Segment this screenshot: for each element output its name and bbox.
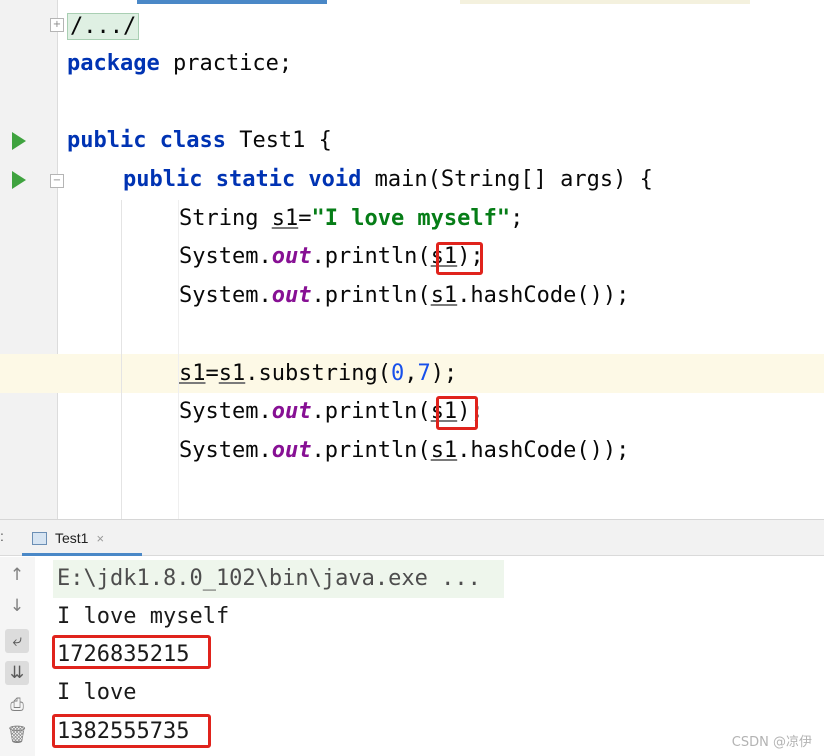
code-line-folded-imports: /.../ (67, 8, 140, 46)
code-line-println-hashcode: System.out.println(s1.hashCode()); (179, 283, 630, 308)
top-accent-bar (137, 0, 327, 4)
code-line-substring: s1=s1.substring(0,7); (179, 361, 458, 386)
run-arrow-icon[interactable] (12, 132, 26, 150)
code-line-string-decl: String s1="I love myself"; (179, 206, 524, 231)
arrow-up-icon[interactable]: ↑ (5, 563, 29, 587)
run-console: : Test1 × ↑ ↓ ⤶ ⇊ ⎙ 🗑 E:\jdk1.8.0_102\bi… (0, 519, 824, 756)
code-line-println-hashcode-after: System.out.println(s1.hashCode()); (179, 438, 630, 463)
trash-icon[interactable]: 🗑 (5, 723, 29, 747)
highlight-box-s1-after (436, 396, 478, 430)
output-line: I love (57, 680, 137, 705)
code-editor[interactable]: + − /.../ package practice; public class… (0, 0, 824, 519)
code-line-package: package practice; (67, 51, 293, 76)
tab-label: Test1 (55, 530, 89, 546)
highlight-box-hash-2 (52, 714, 211, 748)
active-tab-indicator (22, 553, 142, 556)
output-line: I love myself (57, 604, 230, 629)
highlight-box-hash-1 (52, 635, 211, 669)
code-line-main-decl: public static void main(String[] args) { (123, 167, 653, 192)
tab-test1[interactable]: Test1 × (28, 526, 108, 550)
print-icon[interactable]: ⎙ (5, 693, 29, 717)
command-line: E:\jdk1.8.0_102\bin\java.exe ... (57, 566, 481, 591)
folded-region[interactable]: /.../ (67, 13, 140, 40)
fold-collapse-icon[interactable]: − (50, 174, 64, 188)
arrow-down-icon[interactable]: ↓ (5, 594, 29, 618)
highlight-box-s1 (436, 242, 483, 275)
indent-guide (121, 200, 122, 519)
fold-expand-icon[interactable]: + (50, 18, 64, 32)
run-arrow-icon[interactable] (12, 171, 26, 189)
console-tab-bar: : Test1 × (0, 520, 824, 556)
top-accent-bar-secondary (460, 0, 750, 4)
watermark: CSDN @凉伊 (731, 735, 812, 750)
editor-gutter (0, 0, 58, 519)
close-icon[interactable]: × (96, 531, 104, 546)
code-line-class-decl: public class Test1 { (67, 128, 332, 153)
file-icon (32, 531, 47, 545)
console-side-toolbar: ↑ ↓ ⤶ ⇊ ⎙ 🗑 (0, 557, 35, 756)
toolbar-marker: : (0, 528, 4, 544)
soft-wrap-icon[interactable]: ⤶ (5, 629, 29, 653)
scroll-to-end-icon[interactable]: ⇊ (5, 661, 29, 685)
